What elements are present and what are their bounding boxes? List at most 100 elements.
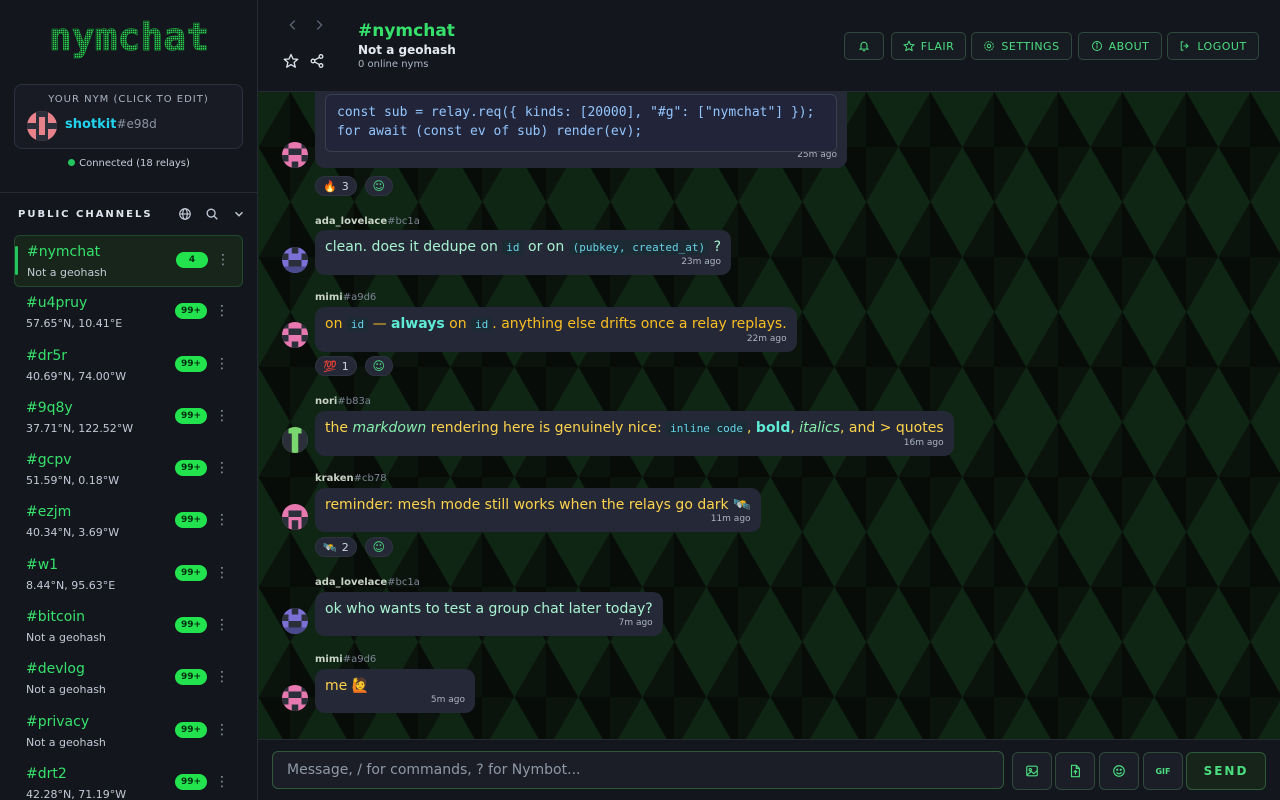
channel-item-9q8y[interactable]: #9q8y 37.71°N, 122.52°W 99+ ⋮ bbox=[14, 392, 243, 444]
add-reaction-icon[interactable]: ☺ bbox=[364, 356, 393, 376]
send-button[interactable]: SEND bbox=[1186, 752, 1266, 790]
channel-subtitle: Not a geohash bbox=[358, 43, 456, 57]
avatar[interactable] bbox=[282, 142, 308, 168]
channel-name: #gcpv bbox=[26, 452, 72, 469]
avatar[interactable] bbox=[282, 427, 308, 453]
message-text: on bbox=[325, 316, 347, 332]
more-vertical-icon[interactable]: ⋮ bbox=[215, 616, 229, 634]
message-author[interactable]: nori#b83a bbox=[315, 396, 371, 407]
message-text: rendering here is genuinely nice: bbox=[426, 420, 667, 436]
message-author[interactable]: mimi#a9d6 bbox=[315, 292, 376, 303]
unread-badge: 99+ bbox=[175, 407, 207, 424]
logout-button[interactable]: LOGOUT bbox=[1167, 32, 1259, 60]
nym-name[interactable]: shotkit#e98d bbox=[65, 117, 157, 132]
channel-subtitle: 40.34°N, 3.69°W bbox=[26, 526, 120, 540]
channel-item-nymchat[interactable]: #nymchat Not a geohash 4 ⋮ bbox=[14, 235, 243, 288]
channel-item-ezjm[interactable]: #ezjm 40.34°N, 3.69°W 99+ ⋮ bbox=[14, 496, 243, 548]
flair-button[interactable]: FLAIR bbox=[891, 32, 966, 60]
unread-badge: 99+ bbox=[175, 303, 207, 320]
add-reaction-icon[interactable]: ☺ bbox=[364, 176, 393, 196]
channel-subtitle: Not a geohash bbox=[26, 735, 106, 749]
about-button[interactable]: ABOUT bbox=[1078, 32, 1162, 60]
more-vertical-icon[interactable]: ⋮ bbox=[215, 564, 229, 582]
avatar[interactable] bbox=[282, 322, 308, 348]
unread-badge: 99+ bbox=[175, 564, 207, 581]
channel-item-w1[interactable]: #w1 8.44°N, 95.63°E 99+ ⋮ bbox=[14, 549, 243, 601]
more-vertical-icon[interactable]: ⋮ bbox=[215, 773, 229, 791]
channel-item-gcpv[interactable]: #gcpv 51.59°N, 0.18°W 99+ ⋮ bbox=[14, 444, 243, 496]
emoji-button[interactable] bbox=[1099, 752, 1139, 790]
settings-button[interactable]: SETTINGS bbox=[971, 32, 1072, 60]
forward-arrow-icon[interactable] bbox=[312, 18, 328, 34]
app-logo: nymchat bbox=[0, 12, 257, 74]
flair-label: FLAIR bbox=[920, 39, 955, 53]
message-time: 5m ago bbox=[430, 695, 465, 705]
channel-item-privacy[interactable]: #privacy Not a geohash 99+ ⋮ bbox=[14, 706, 243, 758]
reaction-emoji: 🔥 bbox=[323, 179, 337, 193]
more-vertical-icon[interactable]: ⋮ bbox=[216, 251, 230, 269]
channel-item-bitcoin[interactable]: #bitcoin Not a geohash 99+ ⋮ bbox=[14, 601, 243, 653]
message-list: 2 5m ago const sub = relay.req({ kinds: [… bbox=[258, 92, 1280, 739]
reaction-chip[interactable]: 🔥 3 bbox=[315, 176, 357, 196]
notifications-button[interactable] bbox=[844, 32, 884, 60]
author-name: nori bbox=[315, 396, 338, 407]
more-vertical-icon[interactable]: ⋮ bbox=[215, 302, 229, 320]
avatar[interactable] bbox=[27, 111, 57, 141]
chevron-down-icon[interactable] bbox=[232, 206, 248, 222]
more-vertical-icon[interactable]: ⋮ bbox=[215, 721, 229, 739]
message-author[interactable]: ada_lovelace#bc1a bbox=[315, 577, 420, 588]
more-vertical-icon[interactable]: ⋮ bbox=[215, 459, 229, 477]
search-icon[interactable] bbox=[205, 206, 221, 222]
reaction-emoji: 🛰️ bbox=[323, 540, 337, 554]
avatar[interactable] bbox=[282, 504, 308, 530]
message-input[interactable] bbox=[272, 751, 1004, 789]
star-icon bbox=[903, 40, 915, 52]
back-arrow-icon[interactable] bbox=[286, 18, 302, 34]
reaction-chip[interactable]: 🛰️ 2 bbox=[315, 537, 357, 557]
nym-name-text: shotkit bbox=[65, 117, 117, 132]
channel-item-drt2[interactable]: #drt2 42.28°N, 71.19°W 99+ ⋮ bbox=[14, 758, 243, 800]
avatar[interactable] bbox=[282, 247, 308, 273]
message-bubble: reminder: mesh mode still works when the… bbox=[315, 488, 761, 532]
gif-button[interactable]: GIF bbox=[1143, 752, 1183, 790]
share-icon[interactable] bbox=[309, 53, 327, 71]
channel-item-dr5r[interactable]: #dr5r 40.69°N, 74.00°W 99+ ⋮ bbox=[14, 340, 243, 392]
message-author[interactable]: mimi#a9d6 bbox=[315, 654, 376, 665]
more-vertical-icon[interactable]: ⋮ bbox=[215, 407, 229, 425]
reactions: 🔥 3 ☺ bbox=[315, 176, 393, 196]
connection-text: Connected (18 relays) bbox=[79, 158, 190, 169]
channel-name: #u4pruy bbox=[26, 295, 88, 312]
star-icon[interactable] bbox=[283, 53, 301, 71]
channel-name: #devlog bbox=[26, 661, 85, 678]
nym-card[interactable]: YOUR NYM (CLICK TO EDIT) shotkit#e98d bbox=[14, 84, 243, 149]
unread-badge: 99+ bbox=[175, 669, 207, 686]
inline-code: id bbox=[346, 317, 369, 332]
avatar[interactable] bbox=[282, 685, 308, 711]
channel-subtitle: 51.59°N, 0.18°W bbox=[26, 474, 120, 488]
message-author[interactable]: kraken#cb78 bbox=[315, 473, 387, 484]
avatar[interactable] bbox=[282, 608, 308, 634]
globe-icon[interactable] bbox=[178, 206, 194, 222]
author-name: ada_lovelace bbox=[315, 216, 388, 227]
message-time: 16m ago bbox=[903, 438, 944, 448]
more-vertical-icon[interactable]: ⋮ bbox=[215, 511, 229, 529]
bold-text: always bbox=[391, 316, 445, 332]
message-author[interactable]: ada_lovelace#bc1a bbox=[315, 216, 420, 227]
message-time: 22m ago bbox=[746, 334, 787, 344]
more-vertical-icon[interactable]: ⋮ bbox=[215, 355, 229, 373]
more-vertical-icon[interactable]: ⋮ bbox=[215, 668, 229, 686]
image-upload-button[interactable] bbox=[1012, 752, 1052, 790]
channel-subtitle: 57.65°N, 10.41°E bbox=[26, 317, 123, 331]
reaction-chip[interactable]: 💯 1 bbox=[315, 356, 357, 376]
status-dot-icon bbox=[68, 159, 76, 166]
channel-item-u4pruy[interactable]: #u4pruy 57.65°N, 10.41°E 99+ ⋮ bbox=[14, 287, 243, 339]
smile-icon bbox=[1113, 765, 1125, 777]
logout-icon bbox=[1181, 41, 1190, 51]
author-tag: #a9d6 bbox=[342, 292, 377, 303]
channel-item-devlog[interactable]: #devlog Not a geohash 99+ ⋮ bbox=[14, 653, 243, 705]
channel-name: #nymchat bbox=[27, 244, 101, 260]
nym-suffix: #e98d bbox=[116, 117, 157, 131]
file-upload-button[interactable] bbox=[1055, 752, 1095, 790]
add-reaction-icon[interactable]: ☺ bbox=[364, 537, 393, 557]
channel-subtitle: 42.28°N, 71.19°W bbox=[26, 787, 127, 800]
